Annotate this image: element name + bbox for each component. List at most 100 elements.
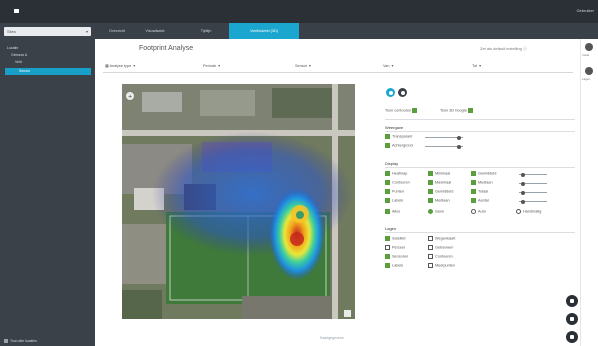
slider-knob[interactable] [521,190,525,195]
checkbox[interactable] [428,180,433,185]
site-select[interactable]: Sites ▾ [4,27,91,36]
slider-knob[interactable] [457,144,461,149]
camera-icon[interactable] [566,295,578,307]
layer-row[interactable]: Contouren [428,254,453,259]
tab-visualisation[interactable]: Visualisatie [135,23,175,39]
map-attribution: Kaartgegevens [320,336,344,340]
slider-knob[interactable] [521,199,525,204]
layer-row[interactable]: Sensoren [385,254,408,259]
display-row[interactable]: Totaal [471,189,488,194]
checkbox[interactable] [467,108,473,113]
slider-knob[interactable] [521,172,525,177]
checkbox[interactable] [428,245,433,250]
display-row[interactable]: Maximaal [428,180,451,185]
tree-item-sensor[interactable]: Sensor [5,68,91,75]
filter-sensor[interactable]: Sensor ▾ [295,63,311,71]
tab-football-field[interactable]: Voetbalveld (3D) [229,23,299,39]
checkbox[interactable] [428,198,433,203]
display-row[interactable]: Punten [385,189,404,194]
display-row[interactable]: Labels [385,198,403,203]
weergave-item-background[interactable]: Achtergrond [385,143,413,148]
show-all-toggle[interactable]: Toon alle locaties [4,339,37,344]
checkbox[interactable] [385,134,390,139]
display-row[interactable]: Mediaan [428,198,450,203]
display-row[interactable]: Aantal [471,198,489,203]
right-toolbar: Instel Lagen [580,39,598,346]
display-slider[interactable] [519,190,547,195]
checkbox[interactable] [428,171,433,176]
display-mode[interactable]: Auto [471,209,486,214]
display-slider[interactable] [519,181,547,186]
layer-row[interactable]: Gebouwen [428,245,453,250]
checkbox[interactable] [412,108,418,113]
display-mode[interactable]: Handmatig [516,209,541,214]
layer-row[interactable]: Satelliet [385,236,406,241]
tree-item-building[interactable]: Gebouw A [5,52,91,59]
background-slider[interactable] [425,144,463,149]
checkbox[interactable] [428,263,433,268]
checkbox[interactable] [471,171,476,176]
map-settings-button[interactable] [386,88,395,97]
layer-row[interactable]: Labels [385,263,403,268]
display-mode[interactable]: Geen [428,209,444,214]
display-row[interactable]: Heatmap [385,171,407,176]
page-title: Footprint Analyse [139,45,194,52]
layers-icon[interactable] [585,67,593,75]
filter-analysis-type[interactable]: ▦ Analyse type ▾ [105,63,135,71]
layer-row[interactable]: Meetpunten [428,263,455,268]
option-contours[interactable]: Toon contouren [385,108,419,113]
app-logo[interactable] [14,9,19,13]
display-row[interactable]: Gemiddeld [471,171,496,176]
checkbox[interactable] [428,189,433,194]
checkbox[interactable] [385,171,390,176]
slider-knob[interactable] [521,181,525,186]
map-camera-button[interactable] [398,88,407,97]
filter-from[interactable]: Van ▾ [383,63,393,71]
layer-row[interactable]: Wegenkaart [428,236,455,241]
display-slider[interactable] [519,172,547,177]
set-default-link[interactable]: Zet als default instelling ⓘ [480,46,527,52]
display-row[interactable]: Gemiddeld [428,189,453,194]
checkbox[interactable] [471,180,476,185]
display-row[interactable]: Contouren [385,180,410,185]
checkbox[interactable] [428,236,433,241]
checkbox[interactable] [385,180,390,185]
slider-knob[interactable] [457,135,461,140]
chevron-down-icon: ▾ [391,64,394,68]
display-row[interactable]: Mediaan [471,180,493,185]
info-icon[interactable] [566,313,578,325]
chevron-down-icon: ▾ [133,64,136,68]
checkbox[interactable] [385,143,390,148]
weergave-item-transparency[interactable]: Transparant [385,134,412,139]
tree-item-field[interactable]: Veld [5,59,91,66]
transparency-slider[interactable] [425,135,463,140]
filter-period[interactable]: Periode ▾ [203,63,220,71]
radio[interactable] [516,209,521,214]
satellite-map[interactable]: + [122,84,355,319]
radio[interactable] [428,209,433,214]
tab-timeline[interactable]: Tijdlijn [193,23,219,39]
display-row[interactable]: Minimaal [428,171,450,176]
checkbox[interactable] [428,254,433,259]
checkbox[interactable] [385,254,390,259]
checkbox[interactable] [385,245,390,250]
filter-to[interactable]: Tot ▾ [472,63,481,71]
checkbox[interactable] [385,189,390,194]
checkbox[interactable] [471,198,476,203]
gear-icon[interactable] [585,43,593,51]
checkbox[interactable] [385,236,390,241]
display-mode[interactable]: Alles [385,209,400,214]
layer-row[interactable]: Perceel [385,245,405,250]
radio[interactable] [471,209,476,214]
site-select-label: Sites [7,29,16,34]
checkbox[interactable] [385,198,390,203]
display-slider[interactable] [519,199,547,204]
tab-overview[interactable]: Overzicht [103,23,131,39]
checkbox[interactable] [385,263,390,268]
checkbox[interactable] [385,209,390,214]
checkbox[interactable] [471,189,476,194]
option-3d[interactable]: Toon 3D hoogte [440,108,475,113]
help-icon[interactable] [566,331,578,343]
tree-item-location[interactable]: Locatie [5,45,91,52]
user-menu[interactable]: Gebruiker [576,8,594,13]
